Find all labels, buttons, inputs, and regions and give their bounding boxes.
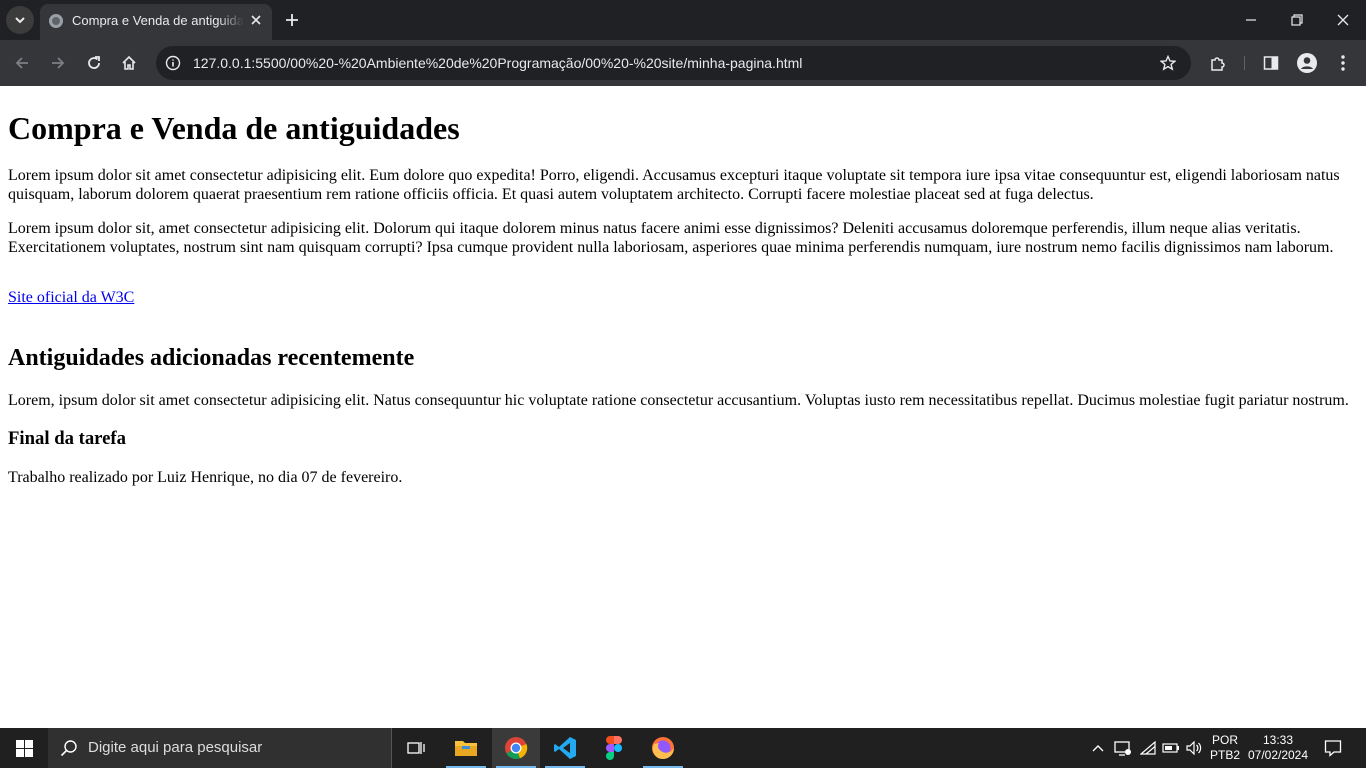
speaker-icon	[1186, 741, 1202, 755]
arrow-left-icon	[15, 57, 28, 69]
restore-icon	[1291, 14, 1303, 26]
minimize-button[interactable]	[1228, 0, 1274, 40]
monitor-icon	[1114, 741, 1131, 756]
figma-icon	[606, 736, 622, 760]
profile-avatar-icon[interactable]	[1296, 52, 1318, 74]
chevron-down-icon	[15, 17, 25, 24]
firefox-icon	[652, 737, 674, 760]
start-button[interactable]	[0, 728, 48, 768]
w3c-link[interactable]: Site oficial da W3C	[8, 289, 134, 307]
home-icon	[122, 55, 136, 70]
close-icon	[1337, 14, 1349, 26]
network-icon[interactable]	[1139, 728, 1157, 768]
home-button[interactable]	[115, 49, 143, 77]
folder-icon	[455, 741, 477, 756]
tab-title: Compra e Venda de antiguidades	[72, 13, 244, 28]
input-language[interactable]: POR PTB2	[1208, 733, 1242, 763]
tab-strip: Compra e Venda de antiguidades	[0, 0, 1366, 40]
windows-logo-icon	[15, 739, 33, 757]
chrome-taskbar-button[interactable]	[492, 728, 540, 768]
toolbar-separator	[1244, 56, 1245, 70]
address-bar[interactable]: 127.0.0.1:5500/00%20-%20Ambiente%20de%20…	[156, 46, 1191, 80]
section-heading: Antiguidades adicionadas recentemente	[8, 345, 415, 371]
chevron-up-icon	[1092, 745, 1104, 752]
vscode-taskbar-button[interactable]	[541, 728, 589, 768]
reload-icon	[88, 56, 100, 69]
close-window-button[interactable]	[1320, 0, 1366, 40]
notification-icon	[1324, 740, 1342, 757]
search-icon	[60, 740, 77, 757]
arrow-right-icon	[52, 57, 65, 69]
vscode-icon	[554, 737, 576, 759]
paragraph-4: Trabalho realizado por Luiz Henrique, no…	[8, 469, 403, 486]
taskbar: Digite aqui para pesquisar POR PTB2 13:3…	[0, 728, 1366, 768]
chrome-icon	[505, 737, 528, 760]
extensions-icon[interactable]	[1207, 52, 1229, 74]
subsection-heading: Final da tarefa	[8, 428, 127, 449]
page-title: Compra e Venda de antiguidades	[8, 110, 460, 146]
more-menu-icon[interactable]	[1332, 52, 1354, 74]
restore-button[interactable]	[1274, 0, 1320, 40]
task-view-icon	[407, 742, 425, 754]
show-hidden-icons-button[interactable]	[1090, 728, 1106, 768]
new-tab-button[interactable]	[280, 8, 304, 32]
language-code: POR	[1211, 733, 1238, 747]
keyboard-layout: PTB2	[1209, 748, 1240, 762]
bookmark-star-icon[interactable]	[1159, 54, 1177, 72]
battery-icon[interactable]	[1161, 728, 1181, 768]
reload-button[interactable]	[80, 49, 108, 77]
search-placeholder: Digite aqui para pesquisar	[88, 739, 263, 756]
wifi-icon	[1140, 741, 1156, 755]
file-explorer-button[interactable]	[442, 728, 490, 768]
volume-icon[interactable]	[1185, 728, 1203, 768]
site-info-icon[interactable]	[164, 54, 182, 72]
clock-time: 13:33	[1262, 733, 1294, 747]
browser-toolbar: 127.0.0.1:5500/00%20-%20Ambiente%20de%20…	[0, 40, 1366, 86]
forward-button[interactable]	[44, 49, 72, 77]
side-panel-icon[interactable]	[1260, 52, 1282, 74]
browser-tab[interactable]: Compra e Venda de antiguidades	[40, 4, 272, 40]
close-tab-icon[interactable]	[248, 12, 264, 28]
figma-taskbar-button[interactable]	[590, 728, 638, 768]
web-page: Compra e Venda de antiguidades Lorem ips…	[0, 86, 1366, 728]
notifications-button[interactable]	[1318, 728, 1348, 768]
clock[interactable]: 13:33 07/02/2024	[1246, 733, 1310, 763]
plus-icon	[286, 14, 298, 26]
back-button[interactable]	[8, 49, 36, 77]
clock-date: 07/02/2024	[1247, 748, 1309, 762]
globe-icon	[49, 14, 63, 28]
url-text: 127.0.0.1:5500/00%20-%20Ambiente%20de%20…	[193, 55, 803, 71]
task-view-button[interactable]	[392, 728, 440, 768]
paragraph-2: Lorem ipsum dolor sit, amet consectetur …	[8, 220, 1334, 256]
device-tray-icon[interactable]	[1113, 728, 1133, 768]
battery-charging-icon	[1162, 743, 1179, 753]
firefox-taskbar-button[interactable]	[639, 728, 687, 768]
taskbar-search-input[interactable]: Digite aqui para pesquisar	[48, 728, 392, 768]
paragraph-1: Lorem ipsum dolor sit amet consectetur a…	[8, 167, 1340, 203]
tab-search-button[interactable]	[6, 6, 34, 34]
paragraph-3: Lorem, ipsum dolor sit amet consectetur …	[8, 392, 1349, 409]
minimize-icon	[1246, 19, 1256, 21]
